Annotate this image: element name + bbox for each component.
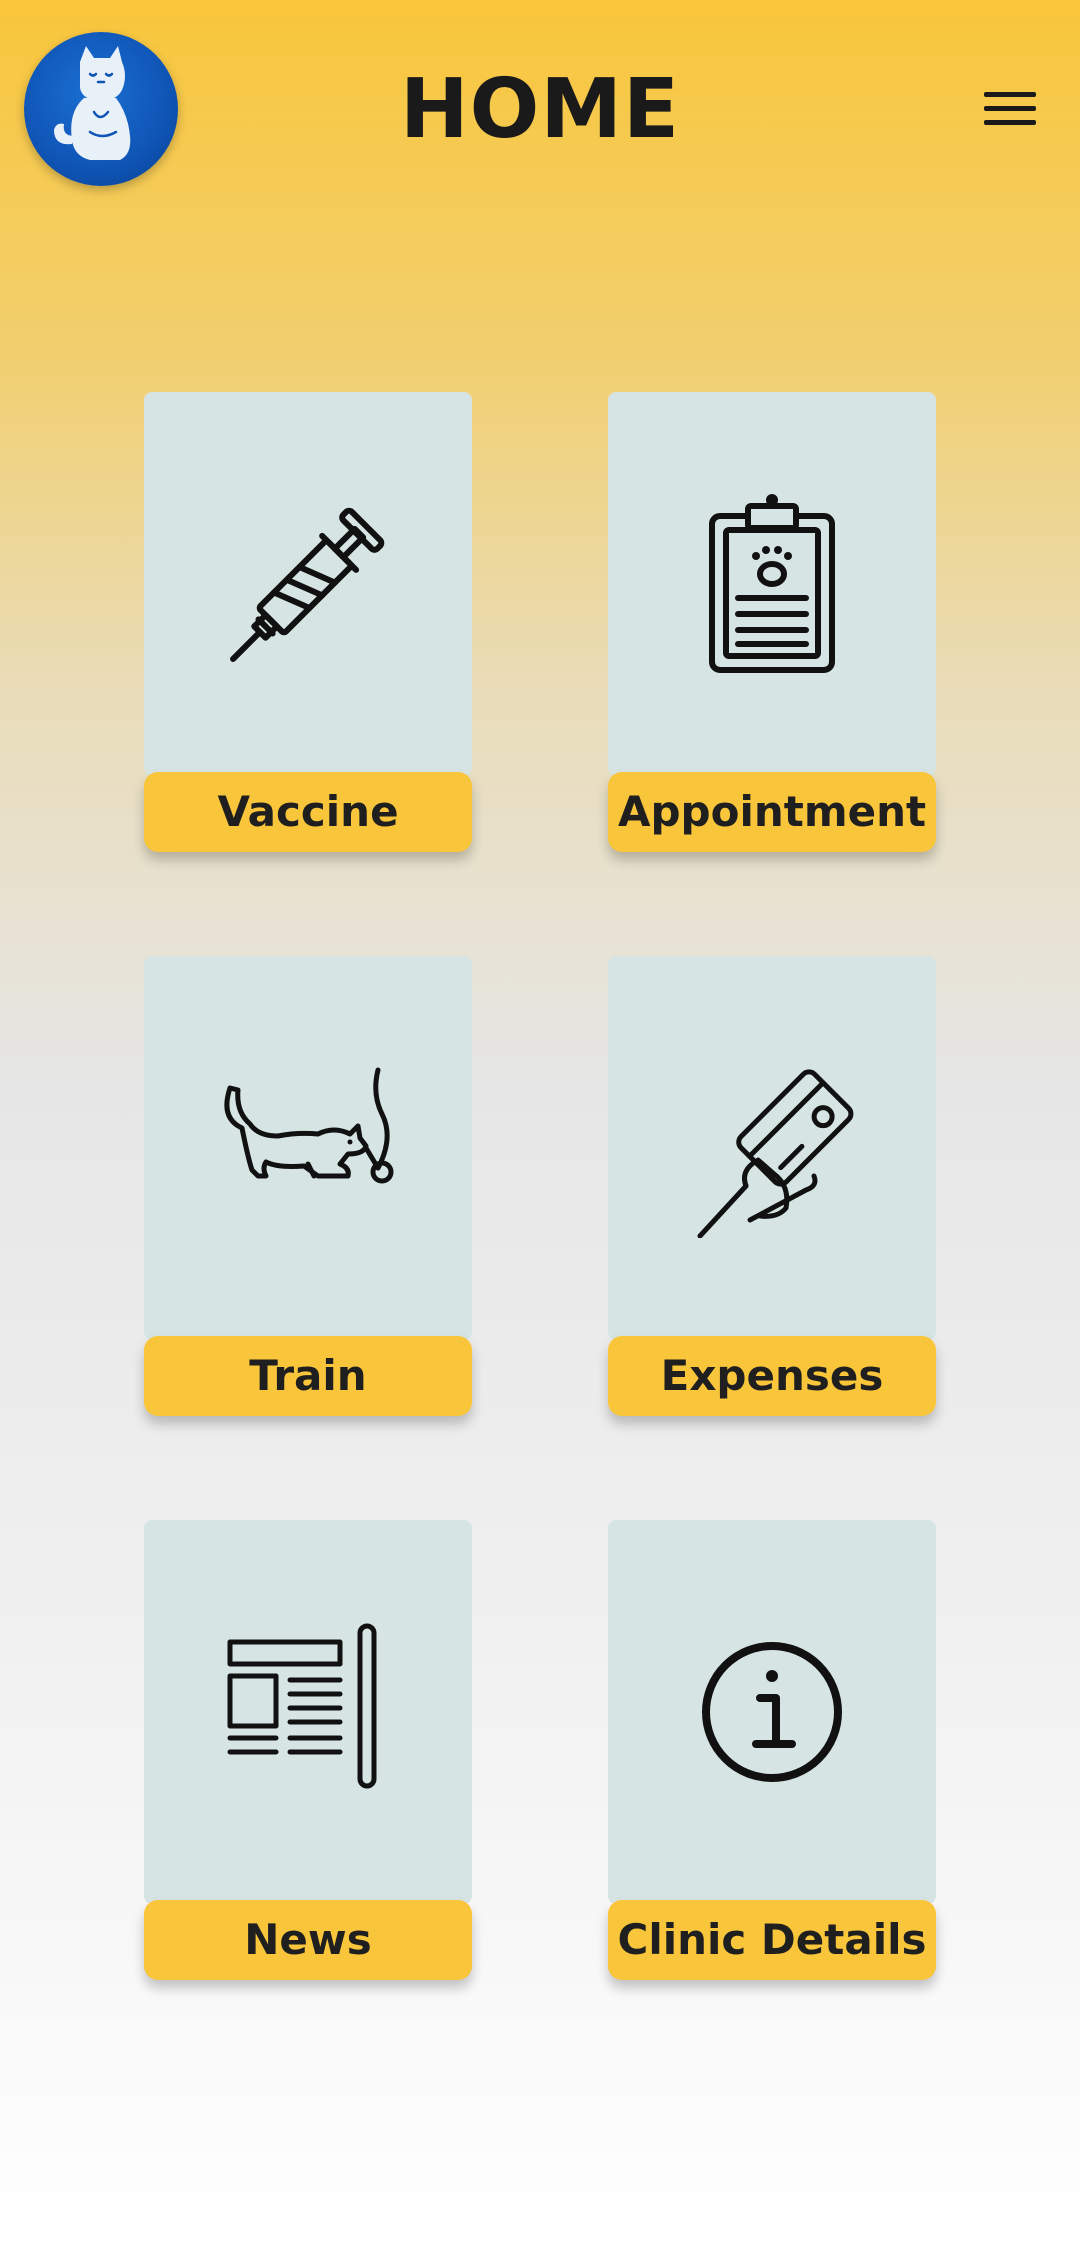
hamburger-menu-icon[interactable] [980,86,1038,130]
tile-news[interactable]: News [144,1520,472,1980]
tile-clinic-details[interactable]: Clinic Details [608,1520,936,1980]
news-label[interactable]: News [144,1900,472,1980]
clinic-details-card[interactable] [608,1520,936,1904]
vaccine-label[interactable]: Vaccine [144,772,472,852]
appointment-card[interactable] [608,392,936,776]
tile-vaccine[interactable]: Vaccine [144,392,472,852]
newspaper-icon [227,1623,377,1789]
clipboard-paw-icon [709,494,835,673]
tile-train[interactable]: Train [144,956,472,1416]
info-icon [702,1642,842,1782]
card-payment-icon [697,1069,854,1238]
vaccine-card[interactable] [144,392,472,776]
train-card[interactable] [144,956,472,1340]
clinic-details-label[interactable]: Clinic Details [608,1900,936,1980]
tile-appointment[interactable]: Appointment [608,392,936,852]
tile-expenses[interactable]: Expenses [608,956,936,1416]
news-card[interactable] [144,1520,472,1904]
cat-playing-icon [224,1067,394,1184]
appointment-label[interactable]: Appointment [608,772,936,852]
train-label[interactable]: Train [144,1336,472,1416]
expenses-label[interactable]: Expenses [608,1336,936,1416]
page-title: HOME [400,62,680,157]
syringe-icon [230,507,385,662]
app-header: HOME [0,0,1080,220]
expenses-card[interactable] [608,956,936,1340]
